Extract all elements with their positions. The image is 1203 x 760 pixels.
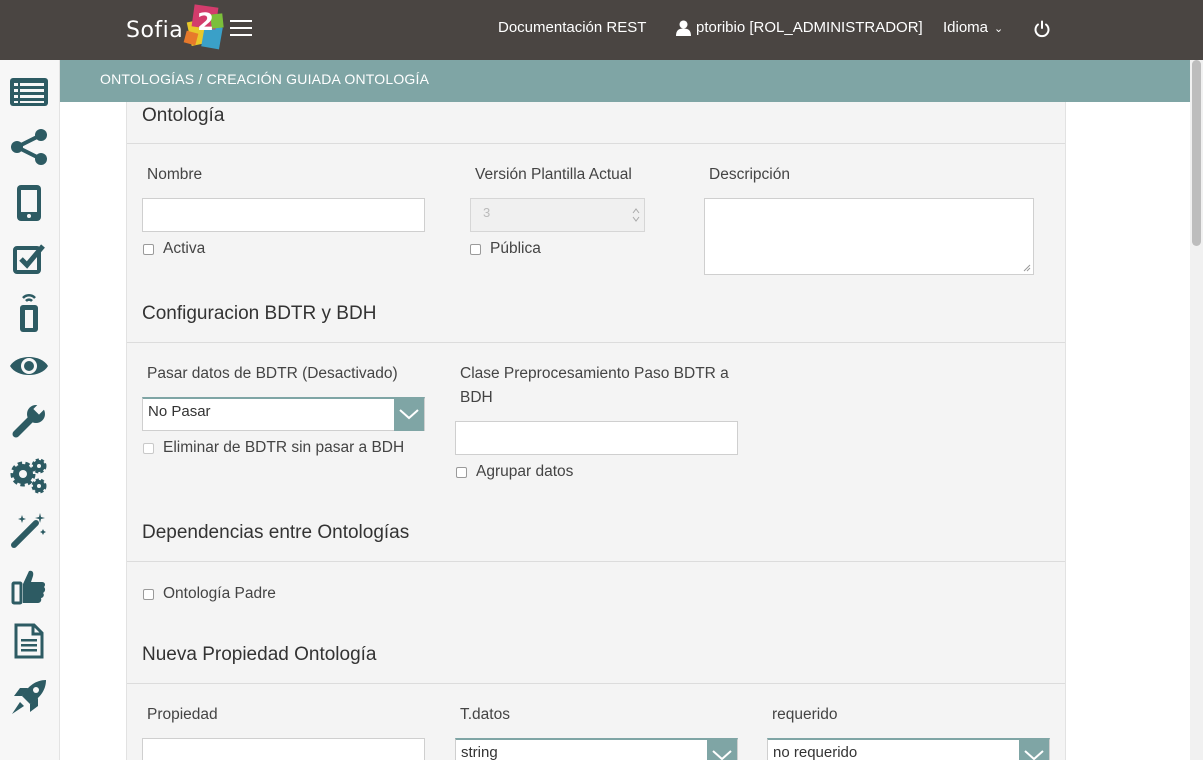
checkbox-box[interactable]: [143, 443, 154, 454]
breadcrumb: ONTOLOGÍAS / CREACIÓN GUIADA ONTOLOGÍA: [100, 71, 430, 87]
required-select[interactable]: no requerido: [767, 738, 1050, 760]
checkbox-box[interactable]: [470, 244, 481, 255]
preprocess-class-input[interactable]: [455, 421, 738, 455]
document-icon[interactable]: [8, 621, 50, 661]
sofia2-logo[interactable]: Sofia 2: [126, 4, 231, 50]
ontology-form-panel: Ontología Nombre Activa Versión Plantill…: [126, 102, 1066, 760]
share-icon[interactable]: [8, 127, 50, 167]
page-scrollbar[interactable]: [1190, 60, 1203, 760]
active-label: Activa: [163, 240, 206, 257]
user-icon: [676, 20, 691, 36]
section-title-dependencies: Dependencias entre Ontologías: [142, 522, 410, 543]
rocket-icon[interactable]: [8, 677, 50, 717]
checkbox-box[interactable]: [456, 467, 467, 478]
description-textarea[interactable]: [704, 198, 1034, 275]
section-divider: [127, 143, 1065, 144]
section-divider: [127, 561, 1065, 562]
name-label: Nombre: [147, 166, 203, 183]
active-checkbox[interactable]: Activa: [143, 240, 205, 258]
public-label: Pública: [490, 240, 541, 257]
version-label: Versión Plantilla Actual: [475, 166, 632, 183]
section-title-new-property: Nueva Propiedad Ontología: [142, 644, 377, 665]
logo-text: Sofia: [126, 17, 184, 43]
user-menu[interactable]: ptoribio [ROL_ADMINISTRADOR]: [676, 19, 923, 36]
gears-icon[interactable]: [8, 456, 50, 496]
pass-data-label: Pasar datos de BDTR (Desactivado): [147, 365, 398, 382]
delete-bdtr-checkbox[interactable]: Eliminar de BDTR sin pasar a BDH: [143, 439, 404, 457]
parent-ontology-label: Ontología Padre: [163, 585, 276, 602]
checkbox-box[interactable]: [143, 589, 154, 600]
description-label: Descripción: [709, 166, 790, 183]
group-data-checkbox[interactable]: Agrupar datos: [456, 463, 573, 481]
remote-icon[interactable]: [8, 293, 50, 333]
pass-data-value: No Pasar: [148, 403, 211, 420]
name-input[interactable]: [142, 198, 425, 232]
chevron-down-icon[interactable]: [707, 738, 737, 760]
required-label: requerido: [772, 706, 838, 723]
section-title-bdtr: Configuracion BDTR y BDH: [142, 303, 377, 324]
list-icon[interactable]: [8, 72, 50, 112]
eye-icon[interactable]: [8, 346, 50, 386]
preprocess-class-label-cont: BDH: [460, 389, 493, 406]
chevron-down-icon[interactable]: [394, 397, 424, 431]
logo-number: 2: [197, 8, 214, 36]
preprocess-class-label: Clase Preprocesamiento Paso BDTR a: [460, 365, 729, 382]
scrollbar-thumb[interactable]: [1192, 60, 1201, 246]
resize-handle-icon[interactable]: [1023, 264, 1031, 272]
property-input[interactable]: [142, 738, 425, 760]
public-checkbox[interactable]: Pública: [470, 240, 541, 258]
checkbox-box[interactable]: [143, 244, 154, 255]
section-divider: [127, 683, 1065, 684]
parent-ontology-checkbox[interactable]: Ontología Padre: [143, 585, 276, 603]
section-divider: [127, 342, 1065, 343]
magic-wand-icon[interactable]: [8, 510, 50, 550]
section-title-ontology: Ontología: [142, 105, 225, 126]
required-value: no requerido: [773, 744, 858, 760]
sidebar: [0, 60, 60, 760]
top-navbar: Sofia 2 Documentación REST ptoribio [ROL…: [0, 0, 1203, 60]
mobile-icon[interactable]: [8, 183, 50, 223]
data-type-value: string: [461, 744, 498, 760]
thumbs-up-icon[interactable]: [8, 566, 50, 606]
pass-data-select[interactable]: No Pasar: [142, 397, 425, 431]
data-type-label: T.datos: [460, 706, 510, 723]
version-value: 3: [483, 205, 491, 220]
delete-bdtr-label: Eliminar de BDTR sin pasar a BDH: [163, 439, 405, 456]
data-type-select[interactable]: string: [455, 738, 738, 760]
version-input: 3: [470, 198, 645, 232]
logo-mark-icon: 2: [183, 4, 231, 56]
chevron-down-icon[interactable]: [1019, 738, 1049, 760]
wrench-icon[interactable]: [8, 401, 50, 441]
spinner-icon: [632, 208, 640, 222]
language-label: Idioma: [943, 19, 989, 36]
power-icon[interactable]: [1033, 20, 1051, 38]
rest-docs-link[interactable]: Documentación REST: [498, 19, 646, 36]
breadcrumb-bar: ONTOLOGÍAS / CREACIÓN GUIADA ONTOLOGÍA: [60, 60, 1190, 102]
user-name: ptoribio [ROL_ADMINISTRADOR]: [696, 19, 923, 36]
checklist-icon[interactable]: [8, 238, 50, 278]
property-label: Propiedad: [147, 706, 218, 723]
language-dropdown[interactable]: Idioma ⌄: [943, 19, 1003, 36]
hamburger-menu-icon[interactable]: [230, 20, 252, 38]
group-data-label: Agrupar datos: [476, 463, 574, 480]
chevron-down-icon: ⌄: [994, 23, 1004, 35]
